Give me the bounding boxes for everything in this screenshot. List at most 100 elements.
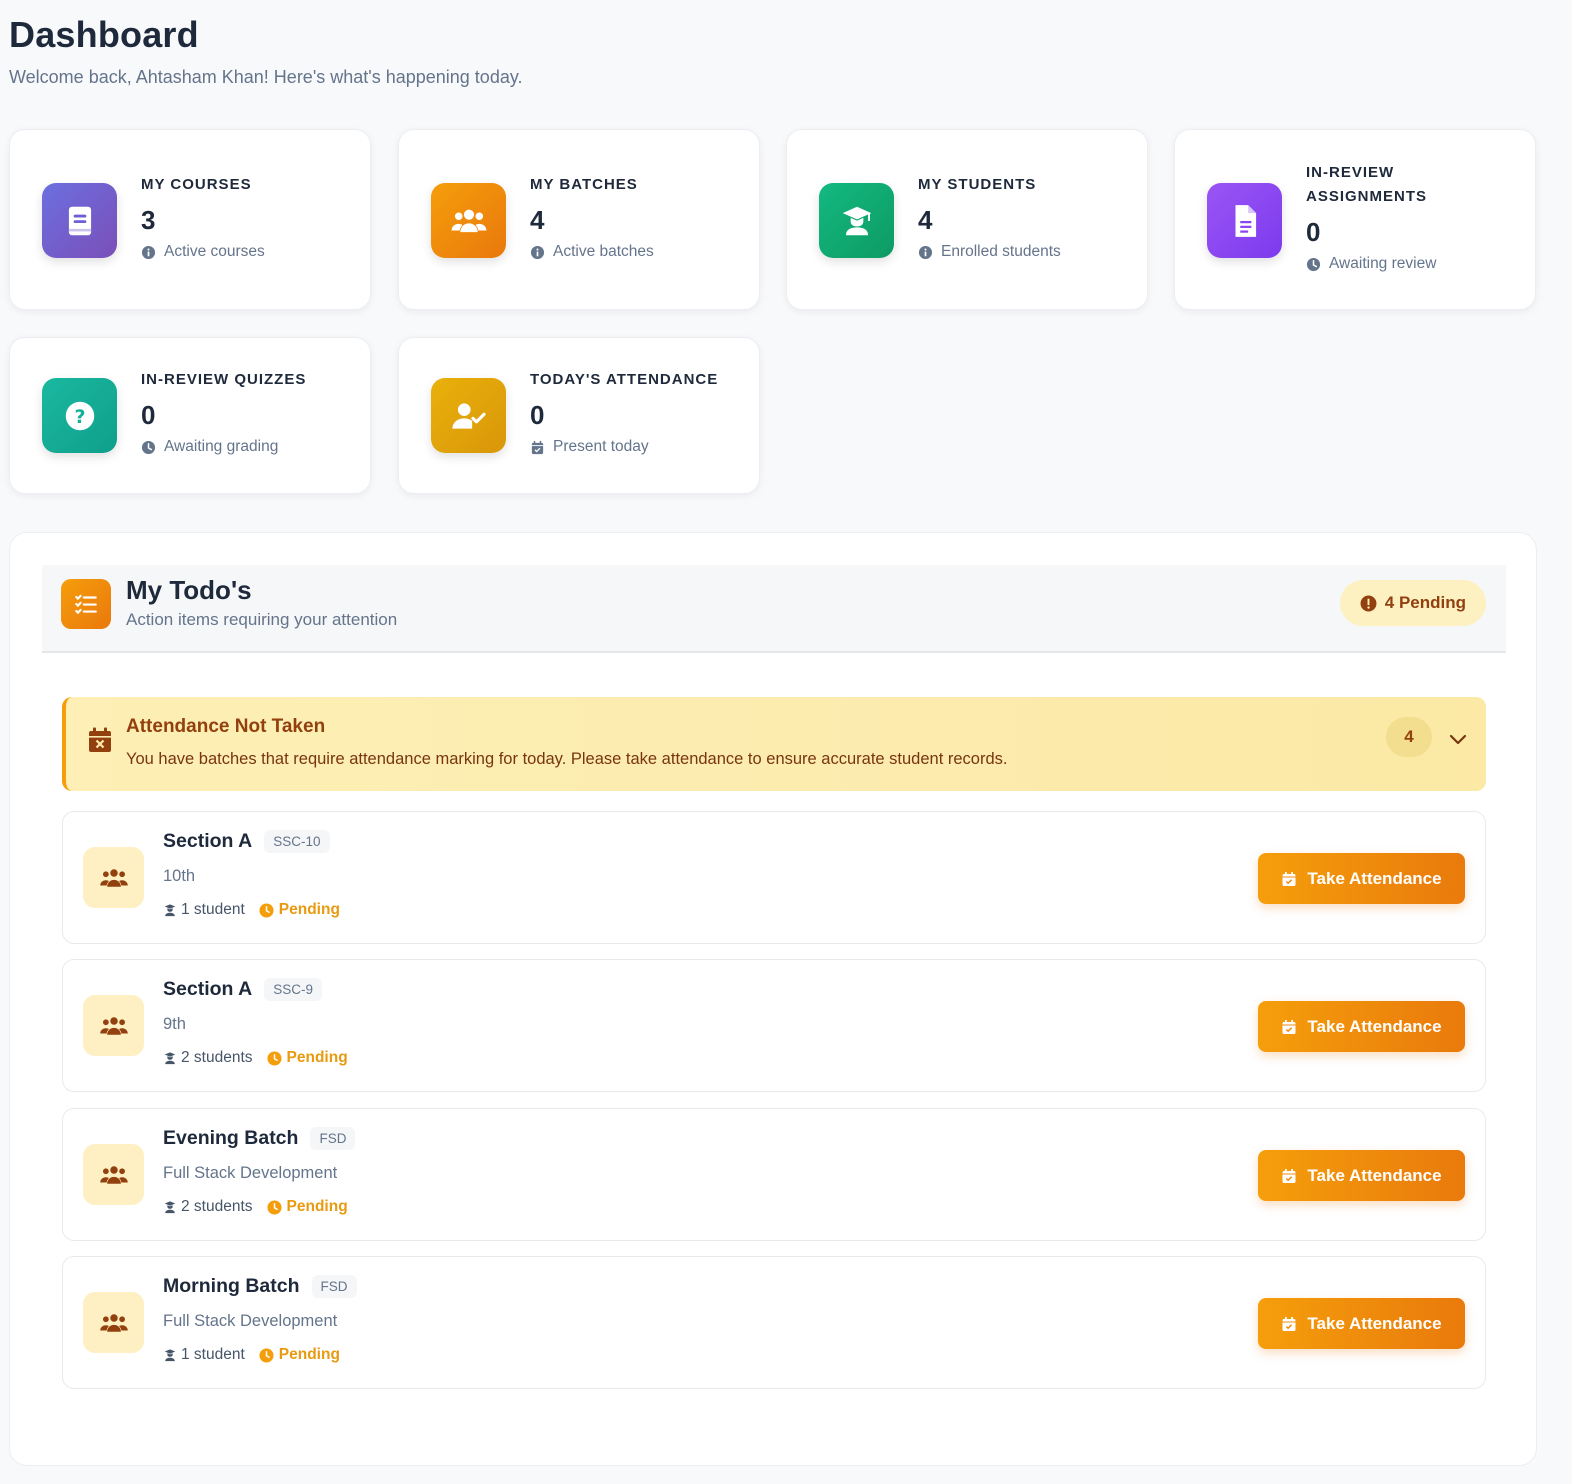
users-icon — [83, 1292, 144, 1353]
user-check-icon — [431, 378, 506, 453]
graduate-icon — [819, 183, 894, 258]
calendar-check-icon — [1282, 1019, 1296, 1034]
take-attendance-button[interactable]: Take Attendance — [1258, 853, 1465, 904]
stat-caption: Awaiting review — [1329, 255, 1437, 272]
info-icon — [530, 245, 545, 259]
stat-value: 0 — [530, 400, 545, 430]
calendar-check-icon — [1282, 1168, 1296, 1183]
stat-label: MY BATCHES — [530, 176, 638, 193]
book-icon — [42, 183, 117, 258]
info-icon — [918, 245, 933, 259]
alert-description: You have batches that require attendance… — [126, 750, 1008, 768]
batch-code-badge: FSD — [310, 1127, 356, 1150]
student-count: 2 students — [181, 1198, 253, 1215]
take-attendance-label: Take Attendance — [1307, 1313, 1442, 1333]
stat-card-batches[interactable]: MY BATCHES 4 Active batches — [398, 129, 760, 310]
calendar-check-icon — [1282, 1316, 1296, 1331]
clock-icon — [267, 1199, 282, 1215]
take-attendance-label: Take Attendance — [1307, 868, 1442, 888]
alert-circle-icon — [1360, 595, 1377, 611]
welcome-message: Welcome back, Ahtasham Khan! Here's what… — [9, 67, 523, 87]
status-label: Pending — [286, 1049, 348, 1066]
student-icon — [164, 904, 176, 917]
batch-name: Evening Batch — [163, 1127, 299, 1149]
take-attendance-button[interactable]: Take Attendance — [1258, 1150, 1465, 1201]
stat-caption: Enrolled students — [941, 243, 1061, 260]
calendar-check-icon — [1282, 871, 1296, 886]
pending-count-badge: 4 Pending — [1339, 580, 1486, 626]
batch-code-badge: SSC-10 — [264, 830, 330, 853]
document-icon — [1207, 183, 1282, 258]
student-icon — [164, 1052, 176, 1065]
batch-name: Section A — [163, 978, 253, 1000]
chevron-down-icon[interactable] — [1446, 727, 1470, 751]
student-icon — [164, 1201, 176, 1214]
stat-label: MY COURSES — [141, 176, 252, 193]
clock-icon — [259, 1347, 274, 1363]
users-icon — [83, 995, 144, 1056]
stat-value: 0 — [141, 400, 156, 430]
users-icon — [431, 183, 506, 258]
batch-course: Full Stack Development — [163, 1164, 338, 1182]
stat-value: 3 — [141, 205, 156, 235]
clock-icon — [141, 440, 156, 454]
status-label: Pending — [278, 901, 340, 918]
student-count: 1 student — [181, 901, 245, 918]
status-label: Pending — [278, 1346, 340, 1363]
batch-course: Full Stack Development — [163, 1312, 338, 1330]
users-icon — [83, 847, 144, 908]
calendar-check-icon — [531, 440, 544, 454]
stat-value: 0 — [1306, 217, 1321, 247]
task-list-icon — [61, 579, 111, 629]
clock-icon — [267, 1050, 282, 1066]
batch-row: Evening Batch FSD Full Stack Development… — [62, 1108, 1486, 1241]
stat-caption: Active courses — [164, 243, 265, 260]
todo-subtitle: Action items requiring your attention — [126, 610, 398, 629]
todo-panel: My Todo's Action items requiring your at… — [9, 532, 1537, 1466]
batch-row: Section A SSC-10 10th 1 student Pending … — [62, 811, 1486, 944]
batch-row: Morning Batch FSD Full Stack Development… — [62, 1256, 1486, 1389]
take-attendance-button[interactable]: Take Attendance — [1258, 1001, 1465, 1052]
stat-value: 4 — [530, 205, 545, 235]
clock-icon — [259, 902, 274, 918]
stat-card-students[interactable]: MY STUDENTS 4 Enrolled students — [786, 129, 1148, 310]
pending-label: 4 Pending — [1384, 593, 1466, 612]
batch-course: 10th — [163, 867, 196, 885]
take-attendance-button[interactable]: Take Attendance — [1258, 1298, 1465, 1349]
batch-code-badge: SSC-9 — [264, 978, 322, 1001]
take-attendance-label: Take Attendance — [1307, 1165, 1442, 1185]
stat-label: MY STUDENTS — [918, 176, 1037, 193]
alert-count-badge: 4 — [1386, 717, 1432, 757]
stat-value: 4 — [918, 205, 933, 235]
batch-code-badge: FSD — [311, 1275, 357, 1298]
stat-label: IN-REVIEW QUIZZES — [141, 371, 307, 388]
student-icon — [164, 1349, 176, 1362]
alert-title: Attendance Not Taken — [126, 716, 326, 737]
page-title: Dashboard — [9, 14, 199, 55]
stat-card-attendance[interactable]: TODAY'S ATTENDANCE 0 Present today — [398, 337, 760, 494]
stat-label: TODAY'S ATTENDANCE — [530, 371, 719, 388]
stat-card-courses[interactable]: MY COURSES 3 Active courses — [9, 129, 371, 310]
stat-caption: Awaiting grading — [164, 438, 279, 455]
batch-name: Section A — [163, 830, 253, 852]
users-icon — [83, 1144, 144, 1205]
stat-card-quizzes[interactable]: ? IN-REVIEW QUIZZES 0 Awaiting grading — [9, 337, 371, 494]
stat-card-assignments[interactable]: IN-REVIEW ASSIGNMENTS 0 Awaiting review — [1174, 129, 1536, 310]
todo-header: My Todo's Action items requiring your at… — [42, 565, 1506, 653]
take-attendance-label: Take Attendance — [1307, 1016, 1442, 1036]
student-count: 2 students — [181, 1049, 253, 1066]
batch-name: Morning Batch — [163, 1275, 300, 1297]
todo-title: My Todo's — [126, 575, 252, 605]
batch-row: Section A SSC-9 9th 2 students Pending T… — [62, 959, 1486, 1092]
student-count: 1 student — [181, 1346, 245, 1363]
attendance-alert[interactable]: Attendance Not Taken You have batches th… — [62, 697, 1486, 791]
stat-caption: Present today — [553, 438, 649, 455]
stat-label: IN-REVIEW ASSIGNMENTS — [1306, 164, 1428, 205]
stat-caption: Active batches — [553, 243, 654, 260]
info-icon — [141, 245, 156, 259]
question-icon: ? — [42, 378, 117, 453]
status-label: Pending — [286, 1198, 348, 1215]
calendar-x-icon — [89, 727, 111, 752]
svg-text:?: ? — [74, 406, 85, 428]
clock-icon — [1306, 257, 1321, 271]
